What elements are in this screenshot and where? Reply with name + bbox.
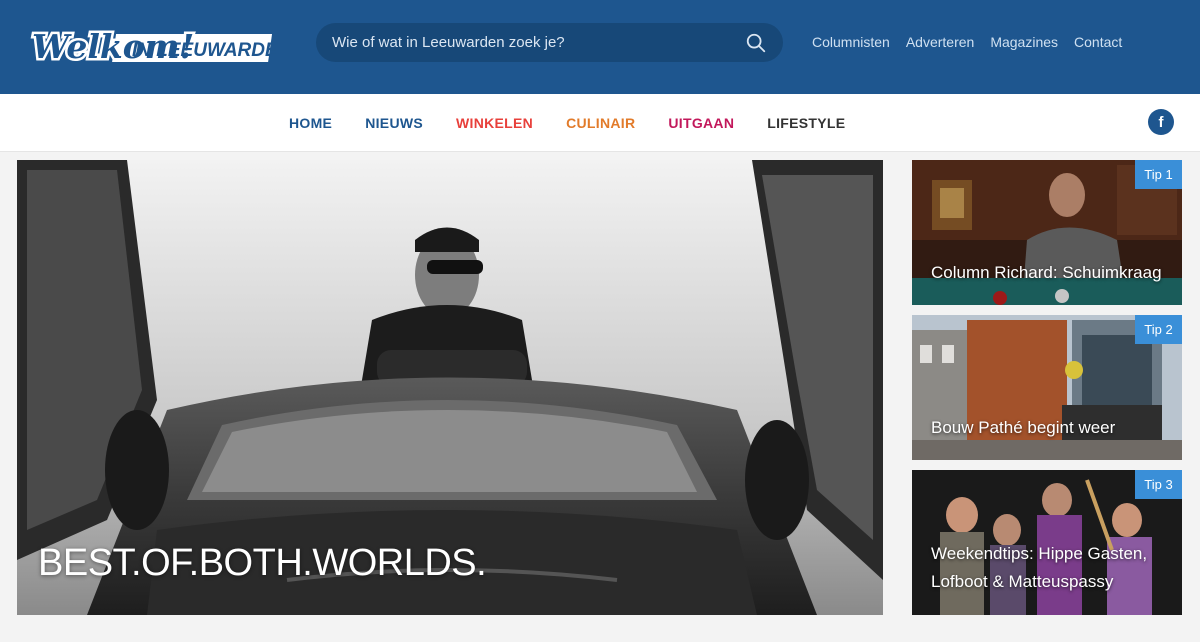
top-links: Columnisten Adverteren Magazines Contact: [812, 34, 1122, 50]
nav-item-home[interactable]: HOME: [289, 115, 332, 131]
tip-card-2[interactable]: Tip 2 Bouw Pathé begint weer: [912, 315, 1182, 460]
tip-card-1[interactable]: Tip 1 Column Richard: Schuimkraag: [912, 160, 1182, 305]
tip-card-3[interactable]: Tip 3 Weekendtips: Hippe Gasten, Lofboot…: [912, 470, 1182, 615]
logo-graphic: Welkom! IN LEEUWARDEN: [30, 25, 293, 69]
tip-1-badge: Tip 1: [1135, 160, 1182, 189]
link-columnisten[interactable]: Columnisten: [812, 34, 890, 50]
hero-title[interactable]: BEST.OF.BOTH.WORLDS.: [38, 542, 487, 585]
tip-3-title[interactable]: Weekendtips: Hippe Gasten, Lofboot & Mat…: [931, 540, 1147, 596]
link-contact[interactable]: Contact: [1074, 34, 1122, 50]
main-navigation: HOME NIEUWS WINKELEN CULINAIR UITGAAN LI…: [0, 94, 1200, 152]
search-icon[interactable]: [745, 32, 767, 54]
nav-item-culinair[interactable]: CULINAIR: [566, 115, 635, 131]
nav-item-nieuws[interactable]: NIEUWS: [365, 115, 423, 131]
search-input[interactable]: [332, 34, 745, 51]
tip-2-title[interactable]: Bouw Pathé begint weer: [931, 414, 1115, 442]
tip-1-title-line-1: Column Richard: Schuimkraag: [931, 263, 1162, 282]
tip-2-badge: Tip 2: [1135, 315, 1182, 344]
nav-item-uitgaan[interactable]: UITGAAN: [668, 115, 734, 131]
tip-2-title-line-1: Bouw Pathé begint weer: [931, 418, 1116, 437]
tip-3-title-line-2: Lofboot & Matteuspassy: [931, 572, 1114, 591]
search-bar: [316, 23, 783, 62]
logo-leeuwarden: IN LEEUWARDEN: [132, 40, 276, 61]
link-magazines[interactable]: Magazines: [990, 34, 1058, 50]
nav-menu: HOME NIEUWS WINKELEN CULINAIR UITGAAN LI…: [289, 115, 845, 131]
site-header: Welkom! IN LEEUWARDEN Columnisten Advert…: [0, 0, 1200, 94]
nav-item-lifestyle[interactable]: LIFESTYLE: [767, 115, 845, 131]
nav-item-winkelen[interactable]: WINKELEN: [456, 115, 533, 131]
facebook-icon[interactable]: f: [1148, 109, 1174, 135]
tip-3-title-line-1: Weekendtips: Hippe Gasten,: [931, 544, 1148, 563]
tip-1-title[interactable]: Column Richard: Schuimkraag: [931, 259, 1162, 287]
tip-3-badge: Tip 3: [1135, 470, 1182, 499]
site-logo[interactable]: Welkom! IN LEEUWARDEN: [30, 20, 293, 70]
link-adverteren[interactable]: Adverteren: [906, 34, 974, 50]
hero-article[interactable]: BEST.OF.BOTH.WORLDS.: [17, 160, 883, 615]
